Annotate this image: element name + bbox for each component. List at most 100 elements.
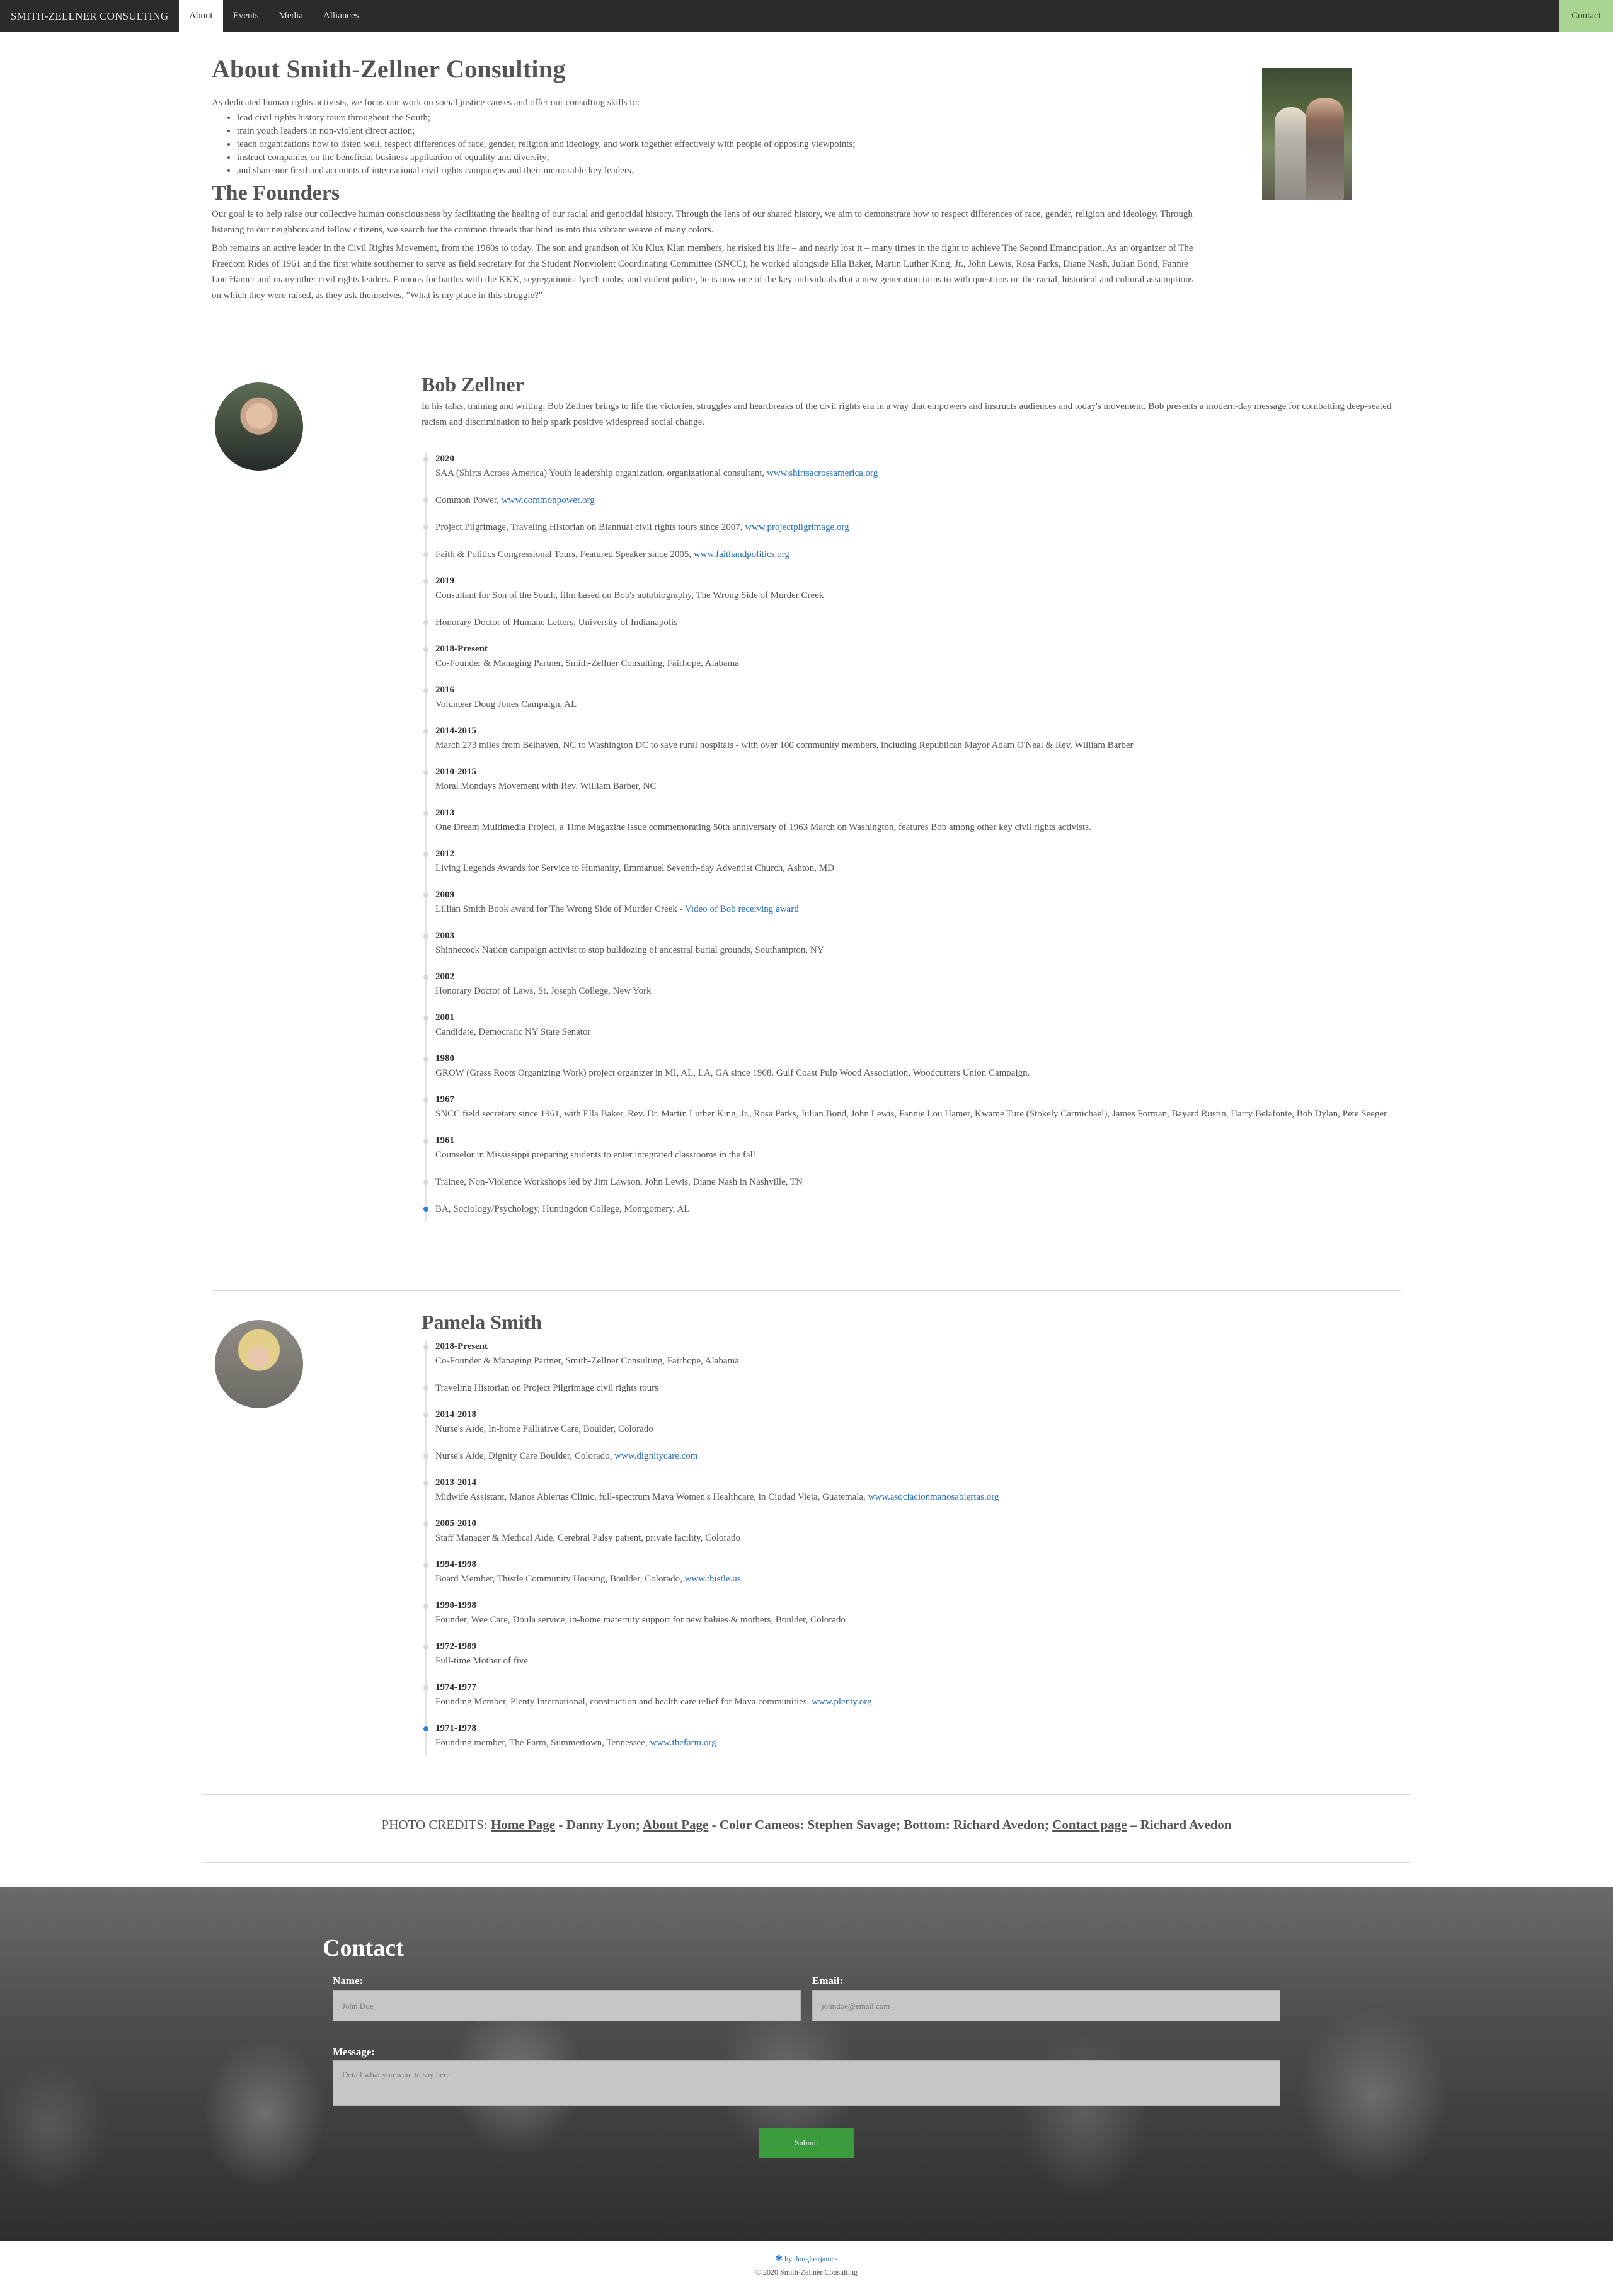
timeline-year: 2019 bbox=[435, 576, 454, 586]
timeline-text: SNCC field secretary since 1961, with El… bbox=[435, 1109, 1387, 1119]
timeline-link[interactable]: www.asociacionmanosabiertas.org bbox=[868, 1492, 999, 1502]
timeline-item: 2009 Lillian Smith Book award for The Wro… bbox=[423, 888, 1408, 917]
email-input[interactable]: johndoe@email.com bbox=[812, 1990, 1280, 2021]
timeline-link[interactable]: www.plenty.org bbox=[812, 1697, 871, 1707]
timeline-link[interactable]: Video of Bob receiving award bbox=[685, 904, 799, 914]
timeline-text: Lillian Smith Book award for The Wrong S… bbox=[435, 904, 799, 914]
timeline-link[interactable]: www.faithandpolitics.org bbox=[694, 549, 789, 560]
author-link[interactable]: by douglasrjames bbox=[784, 2254, 837, 2263]
timeline-year: 1990-1998 bbox=[435, 1600, 476, 1610]
timeline-dot bbox=[423, 552, 428, 557]
timeline-dot bbox=[423, 770, 428, 775]
timeline-item: Honorary Doctor of Humane Letters, Unive… bbox=[423, 615, 1408, 631]
timeline-text: Moral Mondays Movement with Rev. William… bbox=[435, 781, 657, 791]
timeline-item: 2005-2010 Staff Manager & Medical Aide, C… bbox=[423, 1517, 1408, 1546]
services-list: lead civil rights history tours througho… bbox=[212, 112, 1204, 178]
timeline-year: 1961 bbox=[435, 1135, 454, 1145]
timeline-link[interactable]: www.thistle.us bbox=[685, 1574, 741, 1584]
timeline-text: Counselor in Mississippi preparing stude… bbox=[435, 1150, 755, 1160]
brand-logo[interactable]: SMITH-ZELLNER CONSULTING bbox=[0, 0, 179, 32]
timeline-item: 2012 Living Legends Awards for Service to… bbox=[423, 847, 1408, 876]
pamela-timeline: 2018-Present Co-Founder & Managing Partne… bbox=[423, 1340, 1408, 1762]
list-item: and share our firsthand accounts of inte… bbox=[237, 164, 1204, 178]
timeline-text: Staff Manager & Medical Aide, Cerebral P… bbox=[435, 1533, 741, 1543]
timeline-item: Traveling Historian on Project Pilgrimag… bbox=[423, 1380, 1408, 1396]
contact-heading: Contact bbox=[323, 1935, 404, 1961]
timeline-item: 1990-1998 Founder, Wee Care, Doula servic… bbox=[423, 1599, 1408, 1628]
list-item: train youth leaders in non-violent direc… bbox=[237, 125, 1204, 138]
timeline-item: 2010-2015 Moral Mondays Movement with Rev… bbox=[423, 765, 1408, 795]
photo-credits: PHOTO CREDITS: Home Page - Danny Lyon; A… bbox=[0, 1817, 1613, 1833]
timeline-link[interactable]: www.dignitycare.com bbox=[614, 1451, 697, 1461]
divider bbox=[202, 1862, 1411, 1863]
tools-icon: ✱ bbox=[775, 2254, 783, 2264]
timeline-year: 2018-Present bbox=[435, 1341, 488, 1352]
nav-item-events[interactable]: Events bbox=[223, 0, 269, 32]
timeline-text: GROW (Grass Roots Organizing Work) proje… bbox=[435, 1068, 1030, 1078]
timeline-dot bbox=[423, 1726, 428, 1731]
timeline-item: 1971-1978 Founding member, The Farm, Summ… bbox=[423, 1721, 1408, 1751]
timeline-item: 1967 SNCC field secretary since 1961, wit… bbox=[423, 1093, 1408, 1122]
timeline-text: Honorary Doctor of Laws, St. Joseph Coll… bbox=[435, 986, 652, 996]
timeline-text: Full-time Mother of five bbox=[435, 1656, 529, 1666]
message-textarea[interactable]: Detail what you want to say here. bbox=[333, 2060, 1280, 2106]
timeline-text: Shinnecock Nation campaign activist to s… bbox=[435, 945, 824, 955]
timeline-dot bbox=[423, 1016, 428, 1021]
timeline-dot bbox=[423, 852, 428, 857]
timeline-item: Nurse's Aide, Dignity Care Boulder, Colo… bbox=[423, 1449, 1408, 1464]
name-input[interactable]: John Doe bbox=[333, 1990, 801, 2021]
timeline-text: Nurse's Aide, Dignity Care Boulder, Colo… bbox=[435, 1451, 698, 1461]
timeline-year: 1971-1978 bbox=[435, 1723, 476, 1733]
timeline-dot bbox=[423, 1098, 428, 1103]
founders-paragraph: Our goal is to help raise our collective… bbox=[212, 209, 1193, 235]
timeline-link[interactable]: www.shirtsacrossamerica.org bbox=[767, 468, 878, 478]
credits-label: PHOTO CREDITS: bbox=[381, 1817, 488, 1832]
submit-button[interactable]: Submit bbox=[759, 2128, 854, 2158]
timeline-year: 2009 bbox=[435, 890, 454, 900]
timeline-text: Founder, Wee Care, Doula service, in-hom… bbox=[435, 1615, 846, 1625]
timeline-dot bbox=[423, 1645, 428, 1650]
timeline-text: Board Member, Thistle Community Housing,… bbox=[435, 1574, 741, 1584]
timeline-dot bbox=[423, 1386, 428, 1391]
contact-credit: – Richard Avedon bbox=[1127, 1817, 1232, 1832]
bob-name: Bob Zellner bbox=[422, 373, 524, 396]
timeline-text: Co-Founder & Managing Partner, Smith-Zel… bbox=[435, 658, 739, 669]
timeline-item: 2019 Consultant for Son of the South, fil… bbox=[423, 574, 1408, 604]
nav-contact-button[interactable]: Contact bbox=[1559, 0, 1613, 32]
divider bbox=[202, 1794, 1411, 1795]
timeline-link[interactable]: www.commonpower.org bbox=[502, 495, 595, 505]
page-title: About Smith-Zellner Consulting bbox=[212, 55, 566, 83]
nav-item-media[interactable]: Media bbox=[269, 0, 313, 32]
list-item: teach organizations how to listen well, … bbox=[237, 138, 1204, 151]
contact-page-link[interactable]: Contact page bbox=[1052, 1817, 1127, 1832]
timeline-link[interactable]: www.projectpilgrimage.org bbox=[745, 522, 849, 532]
timeline-item: 2002 Honorary Doctor of Laws, St. Joseph … bbox=[423, 970, 1408, 999]
timeline-dot bbox=[423, 620, 428, 625]
timeline-text: SAA (Shirts Across America) Youth leader… bbox=[435, 468, 878, 478]
timeline-year: 1974-1977 bbox=[435, 1682, 476, 1692]
timeline-dot bbox=[423, 525, 428, 530]
timeline-item: Project Pilgrimage, Traveling Historian … bbox=[423, 520, 1408, 536]
pamela-avatar bbox=[215, 1320, 303, 1408]
about-section: About Smith-Zellner Consulting As dedica… bbox=[212, 54, 1204, 306]
home-page-link[interactable]: Home Page bbox=[491, 1817, 555, 1832]
timeline-link[interactable]: www.thefarm.org bbox=[650, 1738, 716, 1748]
founders-heading: The Founders bbox=[212, 181, 340, 205]
timeline-dot bbox=[423, 1180, 428, 1185]
timeline-item: 2013-2014 Midwife Assistant, Manos Abiert… bbox=[423, 1476, 1408, 1505]
nav-item-about[interactable]: About bbox=[179, 0, 223, 32]
about-page-link[interactable]: About Page bbox=[643, 1817, 708, 1832]
timeline-dot bbox=[423, 1207, 428, 1212]
timeline-text: Common Power, www.commonpower.org bbox=[435, 495, 595, 505]
timeline-text: BA, Sociology/Psychology, Huntingdon Col… bbox=[435, 1204, 690, 1214]
timeline-item: 1972-1989 Full-time Mother of five bbox=[423, 1639, 1408, 1669]
timeline-year: 2001 bbox=[435, 1013, 454, 1023]
timeline-text: Volunteer Doug Jones Campaign, AL bbox=[435, 699, 577, 709]
timeline-year: 2013 bbox=[435, 808, 454, 818]
timeline-dot bbox=[423, 893, 428, 898]
timeline-dot bbox=[423, 975, 428, 980]
timeline-year: 2014-2015 bbox=[435, 726, 476, 736]
nav-item-alliances[interactable]: Alliances bbox=[313, 0, 369, 32]
timeline-year: 2018-Present bbox=[435, 644, 488, 654]
about-credit: - Color Cameos: Stephen Savage; Bottom: … bbox=[708, 1817, 1053, 1832]
